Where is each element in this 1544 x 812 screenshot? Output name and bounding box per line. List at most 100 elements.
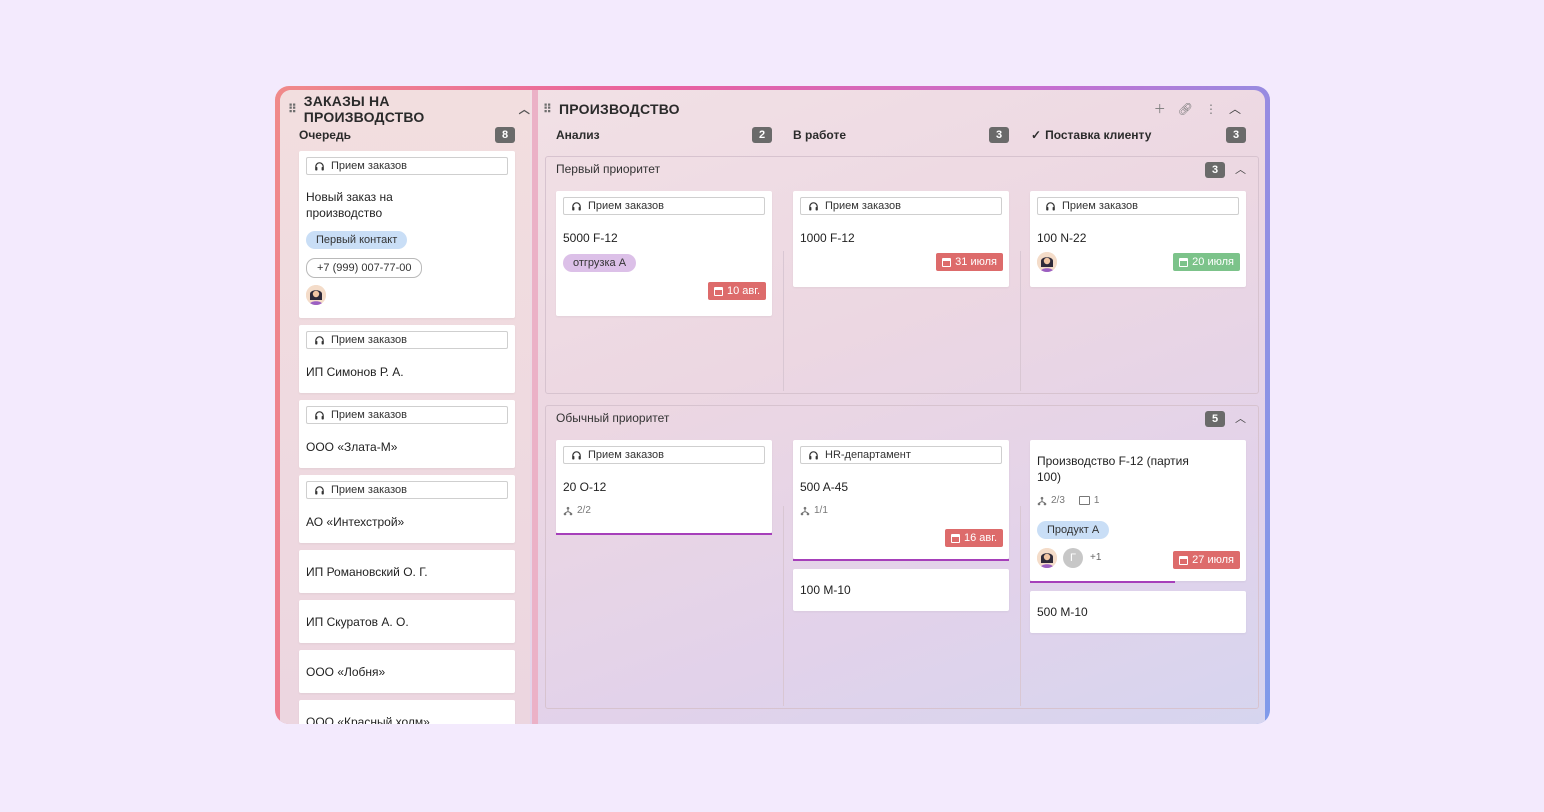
production-card[interactable]: Прием заказов 5000 F-12 отгрузка А 10 ав… xyxy=(556,191,772,316)
column-delivery-count: 3 xyxy=(1226,127,1246,143)
column-analysis-name: Анализ xyxy=(556,128,600,142)
card-source-label: Прием заказов xyxy=(588,200,664,212)
card-title: 100 N-22 xyxy=(1037,231,1087,245)
order-card[interactable]: ООО «Красный холм» xyxy=(299,700,515,724)
order-card[interactable]: ИП Романовский О. Г. xyxy=(299,550,515,593)
subtasks-count: 2/3 xyxy=(1051,495,1065,506)
avatar xyxy=(1037,252,1057,272)
card-source-label: Прием заказов xyxy=(825,200,901,212)
card-source: Прием заказов xyxy=(563,197,765,215)
headphones-icon xyxy=(808,201,819,212)
column-separator xyxy=(783,251,784,391)
production-card[interactable]: Прием заказов 100 N-22 20 июля xyxy=(1030,191,1246,287)
due-date-badge: 27 июля xyxy=(1173,551,1240,569)
order-card[interactable]: ИП Скуратов А. О. xyxy=(299,600,515,643)
column-delivery-name: ✓ Поставка клиенту xyxy=(1031,126,1151,144)
card-tag: отгрузка А xyxy=(563,254,637,272)
drag-handle-icon[interactable]: ⠿ xyxy=(288,102,298,116)
headphones-icon xyxy=(808,450,819,461)
chevron-up-icon[interactable]: ︿ xyxy=(1235,161,1246,177)
card-title: АО «Интехстрой» xyxy=(306,515,405,529)
due-date-badge: 31 июля xyxy=(936,253,1003,271)
card-tag: Продукт А xyxy=(1037,521,1110,539)
card-source: Прием заказов xyxy=(800,197,1002,215)
production-card[interactable]: Производство F-12 (партия 100) 2/3 1 Про… xyxy=(1030,440,1246,583)
due-date: 10 авг. xyxy=(727,285,760,297)
order-card[interactable]: Прием заказов Новый заказ на производств… xyxy=(299,151,515,318)
headphones-icon xyxy=(571,201,582,212)
column-queue-count: 8 xyxy=(495,127,515,143)
section-divider xyxy=(532,90,538,724)
calendar-icon xyxy=(951,533,961,543)
card-source: Прием заказов xyxy=(306,331,508,349)
column-separator xyxy=(1020,251,1021,391)
card-source: HR-департамент xyxy=(800,446,1002,464)
swimlane-title: Обычный приоритет xyxy=(556,411,670,425)
subtasks-icon xyxy=(1037,496,1047,506)
swimlane-count: 5 xyxy=(1205,411,1225,427)
collapse-icon[interactable]: ︿ xyxy=(1229,100,1241,117)
card-source-label: Прием заказов xyxy=(331,334,407,346)
headphones-icon xyxy=(314,410,325,421)
card-title: ИП Скуратов А. О. xyxy=(306,615,409,629)
card-title: ООО «Злата-М» xyxy=(306,440,398,454)
swimlane-regular-priority: Обычный приоритет 5 ︿ Прием заказов 20 O… xyxy=(545,405,1259,709)
drag-handle-icon[interactable]: ⠿ xyxy=(543,102,553,116)
production-card[interactable]: Прием заказов 20 O-12 2/2 xyxy=(556,440,772,535)
column-in-work-name: В работе xyxy=(793,128,846,142)
due-date-badge: 10 авг. xyxy=(708,282,766,300)
order-card[interactable]: Прием заказов ООО «Злата-М» xyxy=(299,400,515,468)
swimlane-first-priority: Первый приоритет 3 ︿ Прием заказов 5000 … xyxy=(545,156,1259,394)
more-icon[interactable]: ⋮ xyxy=(1205,102,1217,116)
card-source: Прием заказов xyxy=(306,157,508,175)
order-card[interactable]: Прием заказов ИП Симонов Р. А. xyxy=(299,325,515,393)
card-meta: 2/3 1 xyxy=(1037,495,1099,506)
calendar-icon xyxy=(942,257,952,267)
headphones-icon xyxy=(314,485,325,496)
extra-assignees-count[interactable]: +1 xyxy=(1090,552,1101,563)
section-actions: ＋ 🔗︎ ⋮ ︿ xyxy=(1154,100,1241,117)
calendar-icon xyxy=(1179,555,1189,565)
subtasks-count: 1/1 xyxy=(814,505,828,516)
production-card[interactable]: Прием заказов 1000 F-12 31 июля xyxy=(793,191,1009,287)
production-card[interactable]: 100 M-10 xyxy=(793,569,1009,611)
due-date: 31 июля xyxy=(955,256,997,268)
card-title: 100 M-10 xyxy=(800,583,851,597)
card-title: 1000 F-12 xyxy=(800,231,855,245)
production-section-title: ПРОИЗВОДСТВО xyxy=(559,101,680,117)
swimlane-title: Первый приоритет xyxy=(556,162,661,176)
avatar-initial: Г xyxy=(1063,548,1083,568)
subtasks-count: 2/2 xyxy=(577,505,591,516)
column-separator xyxy=(1020,506,1021,706)
production-card[interactable]: 500 M-10 xyxy=(1030,591,1246,633)
order-card[interactable]: Прием заказов АО «Интехстрой» xyxy=(299,475,515,543)
headphones-icon xyxy=(314,335,325,346)
card-tag: Первый контакт xyxy=(306,231,408,249)
card-subtasks: 2/2 xyxy=(563,505,591,516)
card-phone[interactable]: +7 (999) 007-77-00 xyxy=(306,258,423,278)
card-source: Прием заказов xyxy=(1037,197,1239,215)
add-icon[interactable]: ＋ xyxy=(1154,100,1166,117)
chevron-up-icon[interactable]: ︿ xyxy=(1235,410,1246,426)
card-title: ООО «Красный холм» xyxy=(306,715,430,724)
check-icon: ✓ xyxy=(1031,128,1042,142)
card-title: Новый заказ на производство xyxy=(306,190,393,220)
card-title: 5000 F-12 xyxy=(563,231,618,245)
column-separator xyxy=(783,506,784,706)
calendar-icon xyxy=(1179,257,1189,267)
card-source: Прием заказов xyxy=(306,481,508,499)
headphones-icon xyxy=(571,450,582,461)
card-title: ИП Симонов Р. А. xyxy=(306,365,404,379)
chevron-up-icon[interactable]: ︿ xyxy=(519,101,530,117)
order-card[interactable]: ООО «Лобня» xyxy=(299,650,515,693)
orders-section-title: ЗАКАЗЫ НА ПРОИЗВОДСТВО xyxy=(303,93,425,125)
card-source-label: HR-департамент xyxy=(825,449,911,461)
avatar xyxy=(1037,548,1057,568)
progress-bar xyxy=(1030,581,1175,583)
link-icon[interactable]: 🔗︎ xyxy=(1178,102,1193,116)
swimlane-count: 3 xyxy=(1205,162,1225,178)
production-card[interactable]: HR-департамент 500 A-45 1/1 16 авг. xyxy=(793,440,1009,561)
due-date: 20 июля xyxy=(1192,256,1234,268)
due-date-badge: 16 авг. xyxy=(945,529,1003,547)
calendar-icon xyxy=(714,286,724,296)
